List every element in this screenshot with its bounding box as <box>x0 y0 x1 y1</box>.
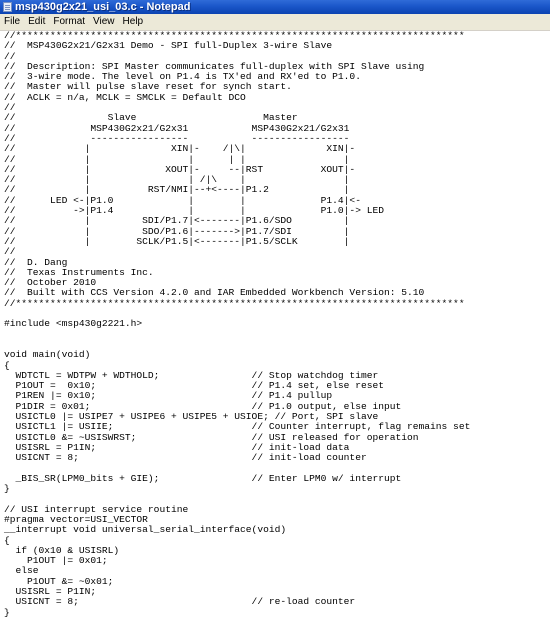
window-title: msp430g2x21_usi_03.c - Notepad <box>15 1 191 13</box>
code-line: } <box>4 483 10 495</box>
code-line: // MSP430G2x21/G2x31 Demo - SPI full-Dup… <box>4 40 333 52</box>
menu-format[interactable]: Format <box>49 14 89 30</box>
code-line: void main(void) <box>4 349 91 361</box>
notepad-icon <box>3 2 12 12</box>
menu-file[interactable]: File <box>0 14 24 30</box>
code-line: //**************************************… <box>4 297 465 309</box>
code-line: __interrupt void universal_serial_interf… <box>4 524 287 536</box>
code-line: USICNT = 8; // init-load counter <box>4 452 367 464</box>
code-line: // | SCLK/P1.5|<-------|P1.5/SCLK | <box>4 235 350 247</box>
code-line: // ACLK = n/a, MCLK = SMCLK = Default DC… <box>4 91 246 103</box>
title-bar[interactable]: msp430g2x21_usi_03.c - Notepad <box>0 0 550 14</box>
text-editor-area[interactable]: //**************************************… <box>2 31 550 643</box>
code-line: USICNT = 8; // re-load counter <box>4 596 356 608</box>
menu-help[interactable]: Help <box>119 14 148 30</box>
code-line: } <box>4 606 10 618</box>
menu-edit[interactable]: Edit <box>24 14 49 30</box>
menu-bar: File Edit Format View Help <box>0 14 550 31</box>
source-code-text: //**************************************… <box>2 31 550 618</box>
code-line: P1OUT |= 0x01; <box>4 555 108 567</box>
code-line: _BIS_SR(LPM0_bits + GIE); // Enter LPM0 … <box>4 472 402 484</box>
code-line: #include <msp430g2221.h> <box>4 318 143 330</box>
menu-view[interactable]: View <box>89 14 119 30</box>
notepad-window: msp430g2x21_usi_03.c - Notepad File Edit… <box>0 0 550 643</box>
code-line: // <box>4 246 16 258</box>
